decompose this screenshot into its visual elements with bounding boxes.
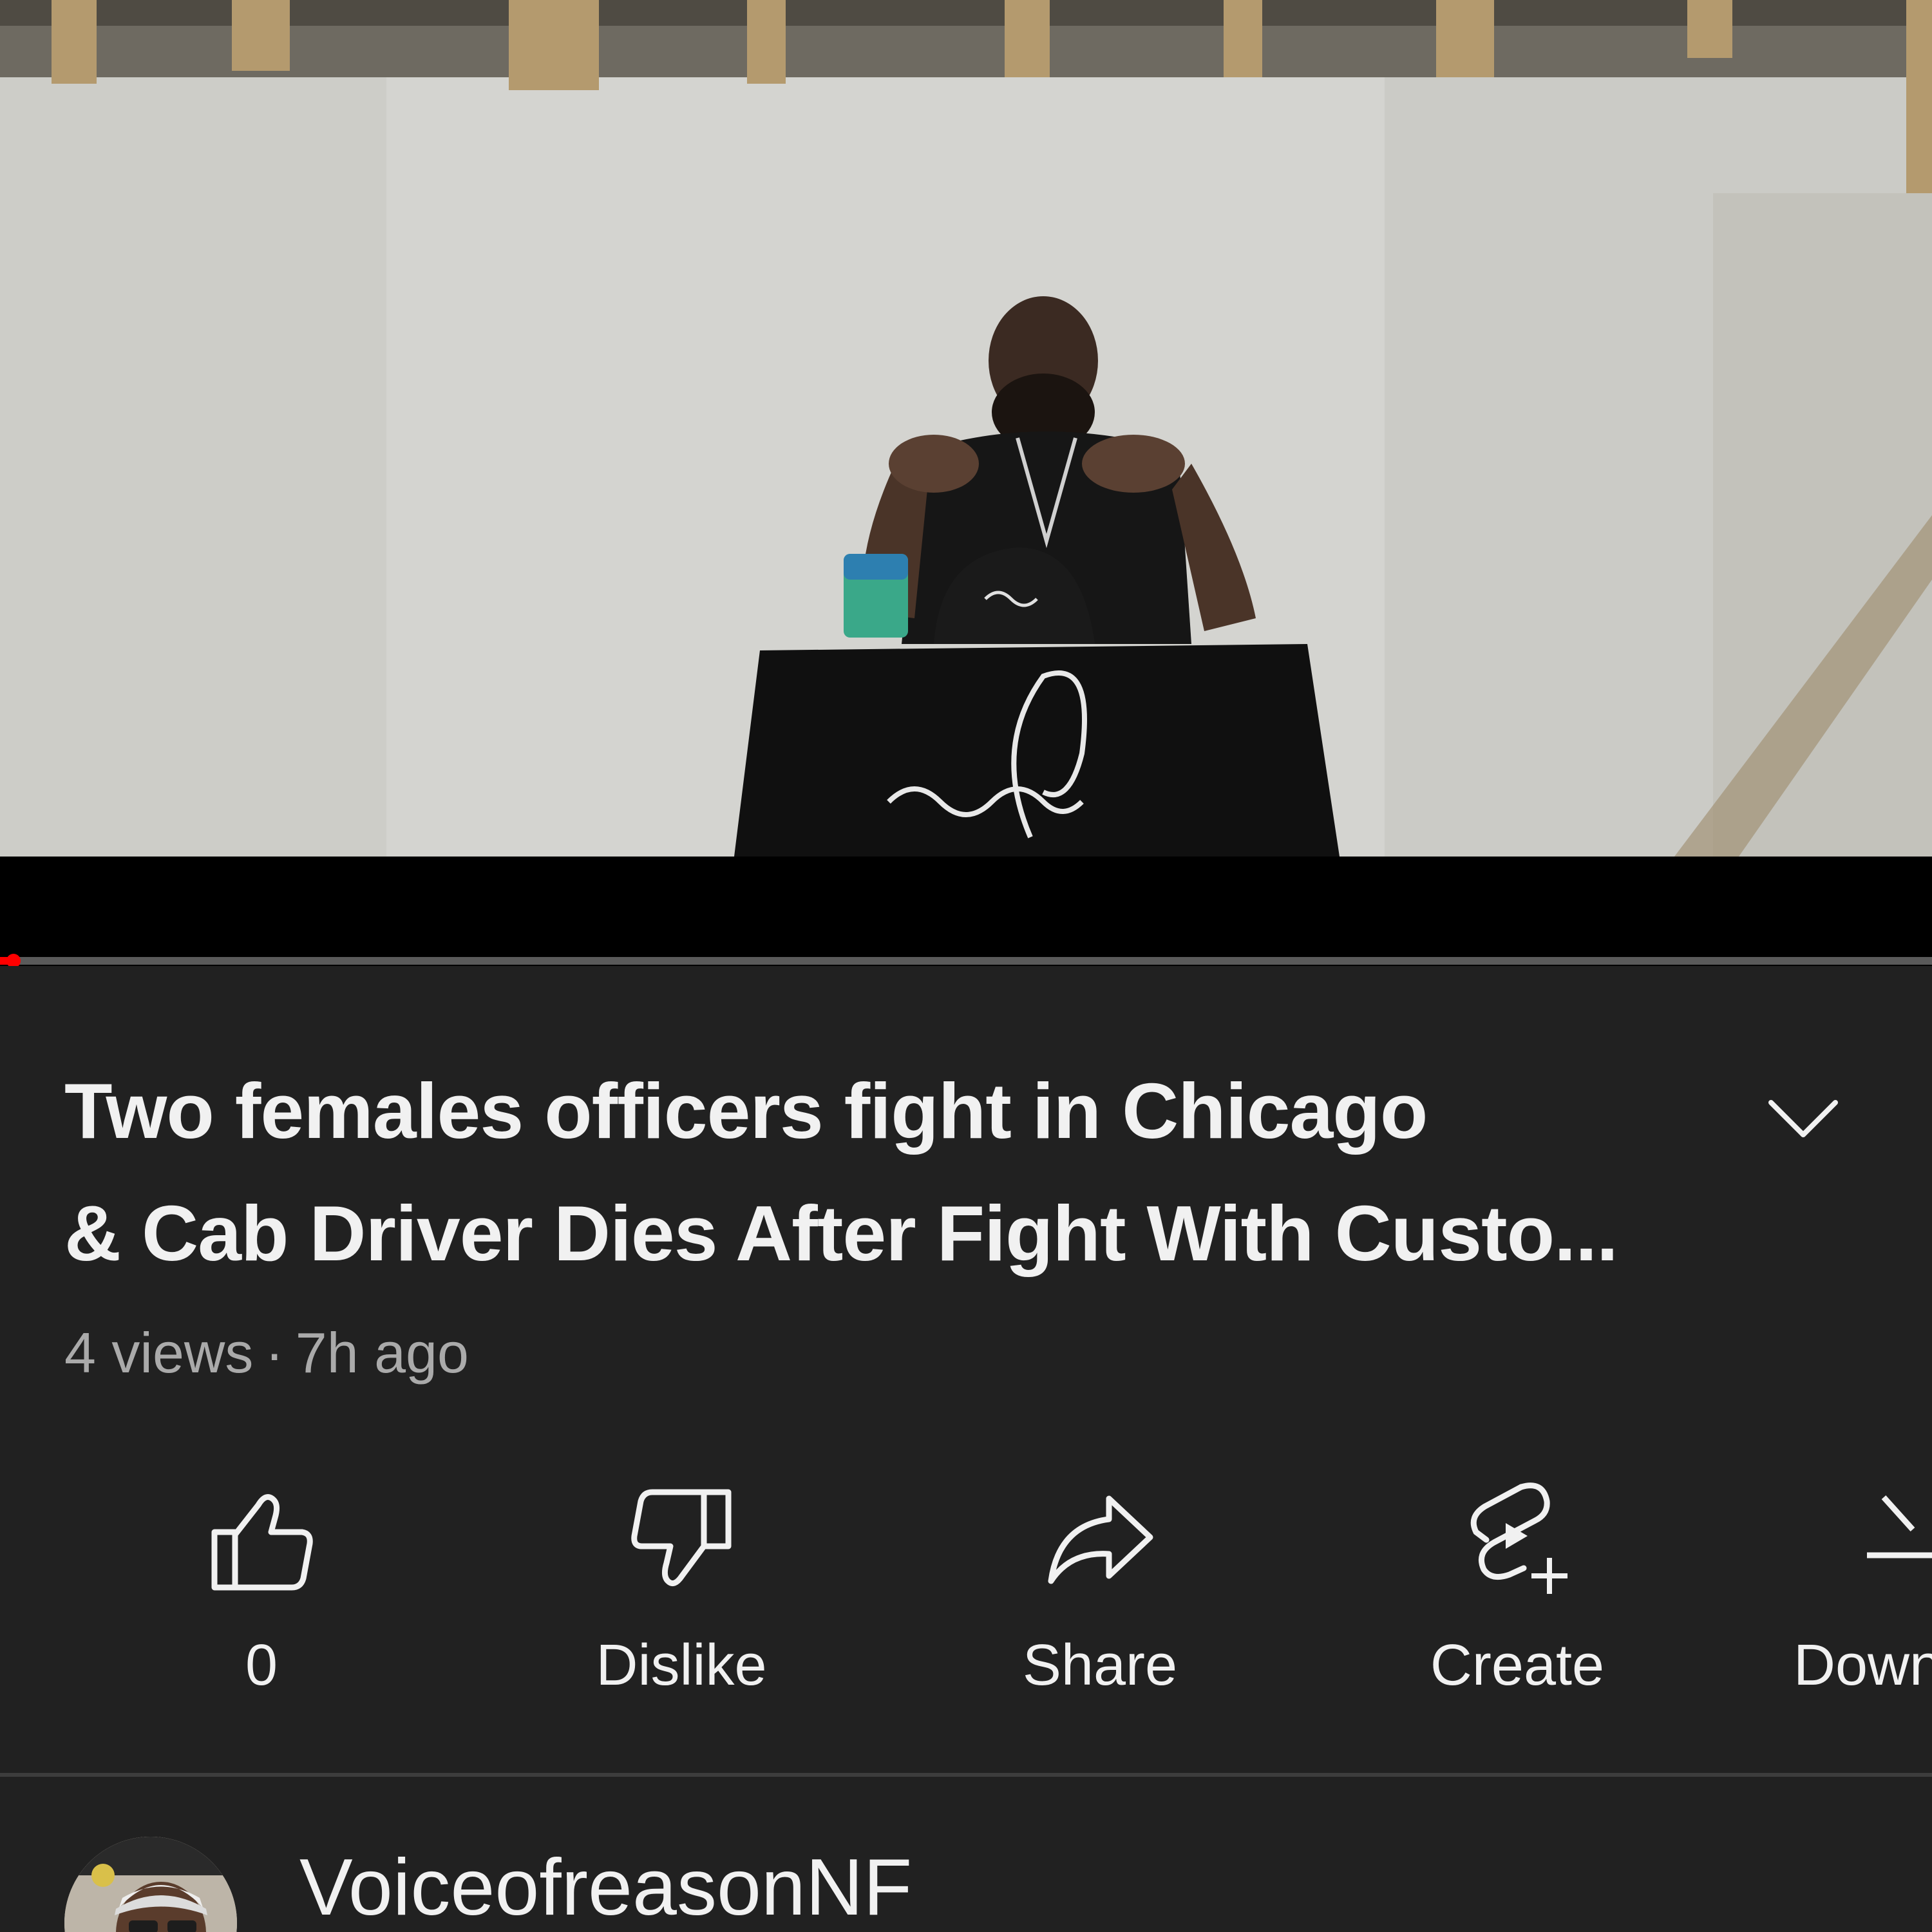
download-label: Down <box>1794 1633 1932 1698</box>
video-title[interactable]: Two females officers fight in Chicago & … <box>64 1050 1713 1294</box>
video-progress-bar[interactable] <box>0 954 1932 966</box>
share-button[interactable]: Share <box>965 1475 1235 1726</box>
download-icon <box>1867 1495 1932 1558</box>
action-bar: 0 Dislike Share Create Down <box>0 1475 1932 1726</box>
channel-row[interactable]: VoiceofreasonNF <box>0 1777 1932 1932</box>
video-title-block[interactable]: Two females officers fight in Chicago & … <box>64 1050 1713 1294</box>
create-button[interactable]: Create <box>1382 1475 1653 1726</box>
thumbs-down-icon <box>631 1489 732 1587</box>
video-watch-page: Two females officers fight in Chicago & … <box>0 0 1932 1932</box>
share-label: Share <box>1022 1633 1178 1698</box>
video-title-line-2: & Cab Driver Dies After Fight With Custo… <box>64 1189 1618 1277</box>
video-player[interactable] <box>0 0 1932 966</box>
video-frame[interactable] <box>0 0 1932 857</box>
download-button[interactable]: Down <box>1719 1475 1932 1726</box>
video-title-line-1: Two females officers fight in Chicago <box>64 1067 1428 1155</box>
view-count: 4 views <box>64 1321 254 1385</box>
channel-avatar[interactable] <box>64 1837 237 1932</box>
thumbs-up-icon <box>211 1494 313 1591</box>
meta-separator: · <box>265 1321 284 1385</box>
video-progress-scrubber[interactable] <box>6 954 21 966</box>
create-shorts-icon <box>1470 1482 1567 1594</box>
video-metadata[interactable]: 4 views · 7h ago <box>64 1320 469 1386</box>
share-arrow-icon <box>1048 1495 1153 1584</box>
section-divider <box>0 1773 1932 1777</box>
create-label: Create <box>1430 1633 1605 1698</box>
video-thumbnail-scene <box>0 0 1932 857</box>
chevron-down-icon <box>1768 1100 1838 1137</box>
expand-description-button[interactable] <box>1752 1082 1855 1159</box>
like-count: 0 <box>245 1633 278 1698</box>
channel-avatar-image <box>64 1837 237 1932</box>
like-button[interactable]: 0 <box>126 1475 397 1726</box>
dislike-button[interactable]: Dislike <box>546 1475 817 1726</box>
upload-age: 7h ago <box>295 1321 469 1385</box>
channel-name[interactable]: VoiceofreasonNF <box>299 1842 912 1932</box>
dislike-label: Dislike <box>596 1633 767 1698</box>
